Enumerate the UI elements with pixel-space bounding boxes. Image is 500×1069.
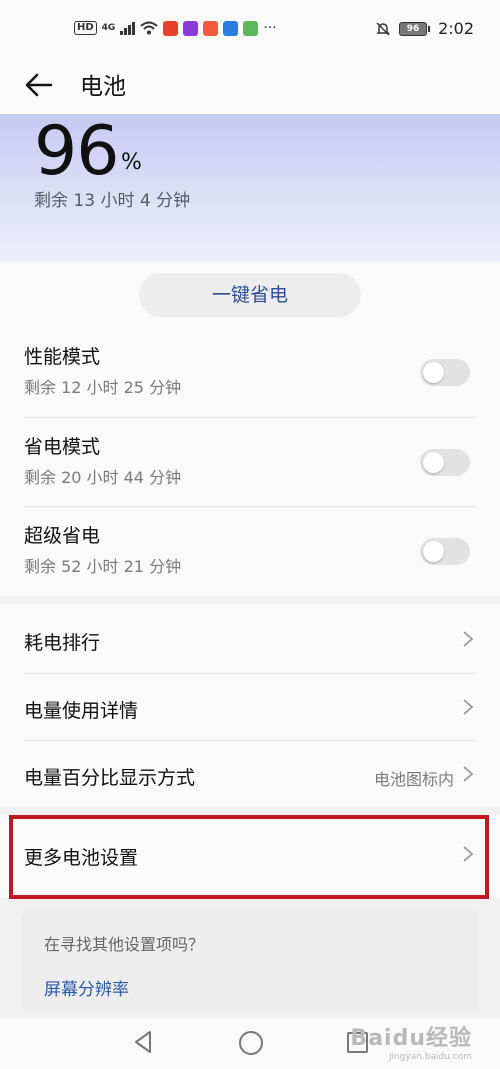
navigation-bar: Baidu经验 jingyan.baidu.com <box>0 1018 500 1069</box>
more-notifications-icon: ··· <box>263 20 277 36</box>
chevron-right-icon <box>463 766 474 782</box>
battery-settings-list: 耗电排行 电量使用详情 电量百分比显示方式 电池图标内 <box>0 604 500 807</box>
find-settings-card: 在寻找其他设置项吗？ 屏幕分辨率 <box>22 908 478 1014</box>
mode-performance[interactable]: 性能模式 剩余 12 小时 25 分钟 <box>0 328 500 417</box>
list-item-label: 耗电排行 <box>24 632 101 654</box>
signal-bars-icon <box>120 21 136 35</box>
chevron-right-icon <box>463 631 474 647</box>
battery-remaining-time: 剩余 13 小时 4 分钟 <box>34 191 191 211</box>
app-bar: 电池 <box>0 58 500 114</box>
list-item-label: 电量使用详情 <box>24 700 139 722</box>
performance-mode-toggle[interactable] <box>420 359 470 386</box>
mode-remaining: 剩余 12 小时 25 分钟 <box>24 378 182 397</box>
battery-summary: 96 % 剩余 13 小时 4 分钟 <box>0 112 500 262</box>
one-key-save-button[interactable]: 一键省电 <box>139 273 361 317</box>
battery-percent-unit: % <box>121 150 142 175</box>
list-item-usage-details[interactable]: 电量使用详情 <box>0 674 500 741</box>
ultra-saving-mode-toggle[interactable] <box>420 538 470 565</box>
network-type: 4G <box>101 23 116 33</box>
battery-percent: 96 <box>34 112 120 191</box>
chevron-right-icon <box>463 699 474 715</box>
power-saving-mode-toggle[interactable] <box>420 449 470 476</box>
nav-back-icon[interactable] <box>133 1030 153 1054</box>
wifi-icon <box>140 21 158 35</box>
status-right: 96 2:02 <box>375 19 474 38</box>
mode-ultra-saving[interactable]: 超级省电 剩余 52 小时 21 分钟 <box>0 507 500 596</box>
mode-power-saving[interactable]: 省电模式 剩余 20 小时 44 分钟 <box>0 418 500 507</box>
mode-remaining: 剩余 52 小时 21 分钟 <box>24 557 182 576</box>
list-item-value: 电池图标内 <box>373 770 454 789</box>
list-item-percentage-display[interactable]: 电量百分比显示方式 电池图标内 <box>0 741 500 808</box>
page-title: 电池 <box>80 74 126 100</box>
clock: 2:02 <box>438 19 474 38</box>
watermark-url: jingyan.baidu.com <box>388 1052 472 1062</box>
battery-level: 96 <box>399 21 428 36</box>
mode-name: 超级省电 <box>24 525 101 547</box>
battery-icon: 96 <box>399 21 431 36</box>
screen-resolution-link[interactable]: 屏幕分辨率 <box>44 975 129 1000</box>
mode-name: 性能模式 <box>24 346 101 368</box>
nav-home-icon[interactable] <box>239 1031 263 1055</box>
hd-voice-icon: HD <box>74 21 97 35</box>
mode-name: 省电模式 <box>24 436 101 458</box>
find-settings-question: 在寻找其他设置项吗？ <box>44 935 205 954</box>
app-notification-icon <box>203 20 219 36</box>
list-item-label: 电量百分比显示方式 <box>24 767 196 789</box>
status-left: HD 4G ··· <box>74 20 277 36</box>
app-notification-icon <box>163 20 179 36</box>
app-notification-icon <box>223 20 239 36</box>
status-bar: HD 4G ··· 96 2:02 <box>0 0 500 58</box>
list-item-power-ranking[interactable]: 耗电排行 <box>0 606 500 673</box>
highlight-box <box>9 815 489 899</box>
back-arrow-icon[interactable] <box>24 70 54 100</box>
app-notification-icon <box>243 20 259 36</box>
mute-bell-icon <box>376 21 390 36</box>
app-notification-icon <box>183 20 199 36</box>
mode-remaining: 剩余 20 小时 44 分钟 <box>24 468 182 487</box>
power-modes-section: 一键省电 性能模式 剩余 12 小时 25 分钟 省电模式 剩余 20 小时 4… <box>0 262 500 596</box>
watermark: Baidu经验 <box>350 1026 472 1051</box>
